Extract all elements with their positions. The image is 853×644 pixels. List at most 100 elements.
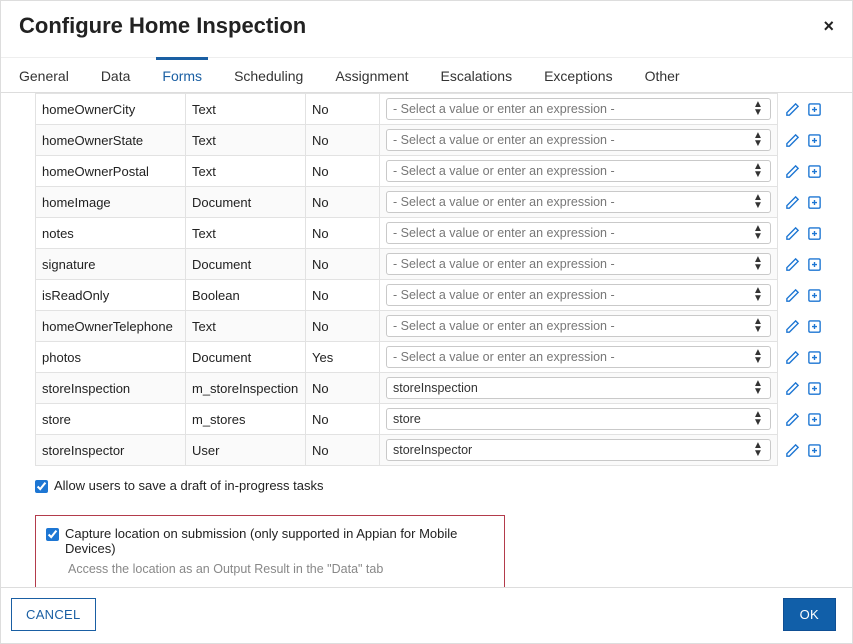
add-icon[interactable]: [806, 132, 822, 148]
chevron-updown-icon: ▲▼: [752, 318, 764, 334]
edit-icon[interactable]: [784, 318, 800, 334]
tab-general[interactable]: General: [17, 58, 71, 92]
cell-input-multiple: No: [306, 249, 380, 280]
cell-input-type: Text: [186, 218, 306, 249]
allow-draft-label[interactable]: Allow users to save a draft of in-progre…: [54, 478, 324, 493]
cell-actions: [778, 187, 834, 218]
add-icon[interactable]: [806, 411, 822, 427]
allow-draft-row: Allow users to save a draft of in-progre…: [35, 478, 834, 493]
add-icon[interactable]: [806, 225, 822, 241]
capture-location-checkbox[interactable]: [46, 528, 59, 541]
forms-panel: homeOwnerCityTextNo- Select a value or e…: [1, 93, 852, 587]
cell-input-multiple: No: [306, 435, 380, 466]
tab-assignment[interactable]: Assignment: [333, 58, 410, 92]
tab-other[interactable]: Other: [643, 58, 682, 92]
chevron-updown-icon: ▲▼: [752, 380, 764, 396]
value-select[interactable]: - Select a value or enter an expression …: [386, 253, 771, 275]
cell-input-value: storeInspection ▲▼: [380, 373, 778, 404]
cell-input-name: photos: [36, 342, 186, 373]
cell-input-multiple: No: [306, 280, 380, 311]
value-select[interactable]: - Select a value or enter an expression …: [386, 191, 771, 213]
tab-escalations[interactable]: Escalations: [439, 58, 515, 92]
cell-input-type: Text: [186, 311, 306, 342]
edit-icon[interactable]: [784, 163, 800, 179]
add-icon[interactable]: [806, 101, 822, 117]
edit-icon[interactable]: [784, 225, 800, 241]
dialog-footer: CANCEL OK: [1, 587, 852, 643]
cell-input-name: signature: [36, 249, 186, 280]
allow-draft-checkbox[interactable]: [35, 480, 48, 493]
value-select-text: store: [393, 412, 421, 426]
value-select[interactable]: - Select a value or enter an expression …: [386, 222, 771, 244]
table-row: storeInspectionm_storeInspectionNostoreI…: [36, 373, 834, 404]
cell-input-value: - Select a value or enter an expression …: [380, 94, 778, 125]
tab-forms[interactable]: Forms: [160, 58, 204, 92]
table-row: isReadOnlyBooleanNo- Select a value or e…: [36, 280, 834, 311]
cell-input-name: storeInspection: [36, 373, 186, 404]
close-icon[interactable]: ×: [823, 16, 834, 37]
edit-icon[interactable]: [784, 101, 800, 117]
value-select-text: - Select a value or enter an expression …: [393, 319, 615, 333]
edit-icon[interactable]: [784, 442, 800, 458]
add-icon[interactable]: [806, 256, 822, 272]
tab-exceptions[interactable]: Exceptions: [542, 58, 614, 92]
add-icon[interactable]: [806, 442, 822, 458]
cell-actions: [778, 404, 834, 435]
value-select-text: - Select a value or enter an expression …: [393, 102, 615, 116]
edit-icon[interactable]: [784, 287, 800, 303]
cell-actions: [778, 249, 834, 280]
table-row: signatureDocumentNo- Select a value or e…: [36, 249, 834, 280]
cell-input-value: - Select a value or enter an expression …: [380, 218, 778, 249]
add-icon[interactable]: [806, 380, 822, 396]
cell-input-value: storeInspector▲▼: [380, 435, 778, 466]
edit-icon[interactable]: [784, 194, 800, 210]
tab-scheduling[interactable]: Scheduling: [232, 58, 305, 92]
table-row: homeOwnerCityTextNo- Select a value or e…: [36, 94, 834, 125]
cell-input-name: notes: [36, 218, 186, 249]
add-icon[interactable]: [806, 318, 822, 334]
capture-location-highlight: Capture location on submission (only sup…: [35, 515, 505, 587]
ok-button[interactable]: OK: [783, 598, 836, 631]
value-select-text: - Select a value or enter an expression …: [393, 257, 615, 271]
edit-icon[interactable]: [784, 380, 800, 396]
capture-location-label[interactable]: Capture location on submission (only sup…: [65, 526, 494, 556]
value-select[interactable]: - Select a value or enter an expression …: [386, 160, 771, 182]
value-select[interactable]: storeInspector▲▼: [386, 439, 771, 461]
cell-input-multiple: No: [306, 187, 380, 218]
edit-icon[interactable]: [784, 411, 800, 427]
chevron-updown-icon: ▲▼: [752, 163, 764, 179]
cell-input-multiple: No: [306, 156, 380, 187]
cell-input-type: Text: [186, 94, 306, 125]
add-icon[interactable]: [806, 287, 822, 303]
cell-actions: [778, 156, 834, 187]
cell-input-name: homeImage: [36, 187, 186, 218]
value-select[interactable]: - Select a value or enter an expression …: [386, 284, 771, 306]
table-row: notesTextNo- Select a value or enter an …: [36, 218, 834, 249]
value-select[interactable]: - Select a value or enter an expression …: [386, 346, 771, 368]
edit-icon[interactable]: [784, 132, 800, 148]
value-select[interactable]: - Select a value or enter an expression …: [386, 129, 771, 151]
add-icon[interactable]: [806, 163, 822, 179]
table-row: storem_storesNostore▲▼: [36, 404, 834, 435]
chevron-updown-icon: ▲▼: [752, 132, 764, 148]
edit-icon[interactable]: [784, 256, 800, 272]
dialog-title: Configure Home Inspection: [19, 13, 306, 39]
cell-input-value: - Select a value or enter an expression …: [380, 187, 778, 218]
add-icon[interactable]: [806, 349, 822, 365]
value-select-text: storeInspection: [393, 381, 478, 395]
cell-input-multiple: No: [306, 125, 380, 156]
add-icon[interactable]: [806, 194, 822, 210]
table-row: homeOwnerStateTextNo- Select a value or …: [36, 125, 834, 156]
table-row: homeOwnerTelephoneTextNo- Select a value…: [36, 311, 834, 342]
cancel-button[interactable]: CANCEL: [11, 598, 96, 631]
edit-icon[interactable]: [784, 349, 800, 365]
cell-input-value: - Select a value or enter an expression …: [380, 249, 778, 280]
cell-input-value: - Select a value or enter an expression …: [380, 280, 778, 311]
value-select[interactable]: store▲▼: [386, 408, 771, 430]
value-select[interactable]: - Select a value or enter an expression …: [386, 315, 771, 337]
tab-data[interactable]: Data: [99, 58, 133, 92]
cell-input-type: m_stores: [186, 404, 306, 435]
value-select[interactable]: storeInspection ▲▼: [386, 377, 771, 399]
value-select[interactable]: - Select a value or enter an expression …: [386, 98, 771, 120]
cell-input-name: homeOwnerTelephone: [36, 311, 186, 342]
